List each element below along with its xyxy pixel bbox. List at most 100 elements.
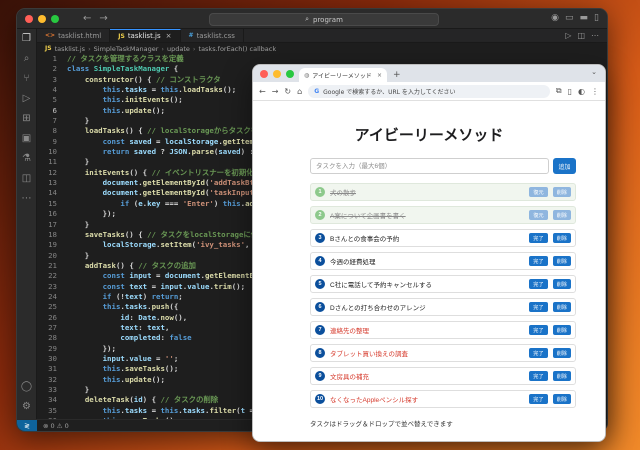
browser-tabstrip: ◍ アイビーリーメソッド × + ⌄ bbox=[253, 65, 605, 82]
run-debug-icon[interactable]: ▷ bbox=[21, 93, 33, 105]
panel-icon[interactable]: ▬ bbox=[580, 13, 589, 23]
vscode-titlebar: ← → ⌕ program ◉ ▭ ▬ ▯ bbox=[17, 9, 607, 29]
close-window-button[interactable] bbox=[25, 14, 33, 23]
testing-icon[interactable]: ⚗ bbox=[21, 153, 33, 165]
complete-button[interactable]: 完了 bbox=[529, 371, 548, 381]
delete-button[interactable]: 削除 bbox=[552, 256, 571, 266]
tab-tasklist-css[interactable]: # tasklist.css bbox=[181, 29, 244, 42]
task-item[interactable]: 1 犬の散歩 復元 削除 bbox=[310, 183, 576, 201]
breadcrumb-file[interactable]: tasklist.js bbox=[55, 45, 86, 53]
layout-icon[interactable]: ▭ bbox=[565, 13, 574, 23]
complete-button[interactable]: 完了 bbox=[529, 348, 548, 358]
breadcrumb-method[interactable]: update bbox=[167, 45, 190, 53]
split-editor-icon[interactable]: ◫ bbox=[577, 31, 585, 40]
forward-arrow-icon[interactable]: → bbox=[99, 13, 107, 24]
code-token: deleteTask bbox=[84, 395, 130, 405]
address-bar[interactable]: G Google で検索するか、URL を入力してください bbox=[308, 84, 550, 98]
command-search[interactable]: ⌕ program bbox=[209, 13, 439, 26]
tab-search-icon[interactable]: ⌄ bbox=[591, 68, 597, 76]
task-item[interactable]: 8 タブレット買い換えの調査 完了 削除 bbox=[310, 344, 576, 362]
search-view-icon[interactable]: ⌕ bbox=[21, 53, 33, 65]
settings-gear-icon[interactable]: ⚙ bbox=[21, 401, 33, 413]
maximize-window-button[interactable] bbox=[286, 70, 294, 78]
delete-button[interactable]: 削除 bbox=[552, 210, 571, 220]
docker-icon[interactable]: ◫ bbox=[21, 173, 33, 185]
code-text: }); bbox=[67, 209, 116, 219]
task-item[interactable]: 3 Bさんとの食事会の予約 完了 削除 bbox=[310, 229, 576, 247]
explorer-icon[interactable]: ❐ bbox=[21, 33, 33, 45]
delete-button[interactable]: 削除 bbox=[552, 187, 571, 197]
home-icon[interactable]: ⌂ bbox=[297, 87, 302, 96]
task-item[interactable]: 9 文房具の補充 完了 削除 bbox=[310, 367, 576, 385]
complete-button[interactable]: 完了 bbox=[529, 256, 548, 266]
code-token: (), bbox=[173, 312, 188, 322]
back-arrow-icon[interactable]: ← bbox=[83, 13, 91, 24]
task-text: タブレット買い換えの調査 bbox=[330, 351, 408, 358]
close-tab-icon[interactable]: × bbox=[166, 32, 172, 40]
close-tab-icon[interactable]: × bbox=[377, 72, 382, 79]
line-number: 15 bbox=[48, 198, 57, 208]
back-arrow-icon[interactable]: ← bbox=[259, 87, 266, 96]
breadcrumb-callback[interactable]: tasks.forEach() callback bbox=[199, 45, 277, 53]
restore-button[interactable]: 復元 bbox=[529, 187, 548, 197]
breadcrumb-class[interactable]: SimpleTaskManager bbox=[94, 45, 159, 53]
code-token: '' bbox=[164, 353, 174, 363]
task-item[interactable]: 2 A案について企画書を書く 復元 削除 bbox=[310, 206, 576, 224]
complete-button[interactable]: 完了 bbox=[529, 233, 548, 243]
delete-button[interactable]: 削除 bbox=[552, 279, 571, 289]
complete-button[interactable]: 完了 bbox=[529, 394, 548, 404]
task-item[interactable]: 7 連絡先の整理 完了 削除 bbox=[310, 321, 576, 339]
complete-button[interactable]: 完了 bbox=[529, 325, 548, 335]
restore-button[interactable]: 復元 bbox=[529, 210, 548, 220]
delete-button[interactable]: 削除 bbox=[552, 348, 571, 358]
timeline-icon[interactable]: ⋯ bbox=[21, 193, 33, 205]
task-text: なくなったAppleペンシル探す bbox=[330, 397, 419, 404]
extensions-icon[interactable]: ⧉ bbox=[556, 86, 562, 96]
delete-button[interactable]: 削除 bbox=[552, 325, 571, 335]
tab-tasklist-js[interactable]: JS tasklist.js × bbox=[110, 29, 181, 42]
minimize-window-button[interactable] bbox=[273, 70, 281, 78]
close-window-button[interactable] bbox=[260, 70, 268, 78]
code-text: const text = input.value.trim(); bbox=[67, 282, 245, 292]
maximize-window-button[interactable] bbox=[51, 14, 59, 23]
task-item[interactable]: 5 C社に電話して予約キャンセルする 完了 削除 bbox=[310, 275, 576, 293]
complete-button[interactable]: 完了 bbox=[529, 279, 548, 289]
code-token: (! bbox=[115, 291, 125, 301]
more-actions-icon[interactable]: ⋯ bbox=[591, 31, 599, 40]
source-control-icon[interactable]: ⑂ bbox=[21, 73, 33, 85]
code-token: const bbox=[102, 271, 130, 281]
code-token: this bbox=[102, 364, 121, 374]
minimize-window-button[interactable] bbox=[38, 14, 46, 23]
forward-arrow-icon[interactable]: → bbox=[272, 87, 279, 96]
drag-hint: タスクはドラッグ＆ドロップで並べ替えできます bbox=[310, 421, 453, 428]
problems-status[interactable]: ⊗ 0 ⚠ 0 bbox=[43, 422, 69, 430]
run-icon[interactable]: ▷ bbox=[565, 31, 571, 40]
task-item[interactable]: 6 Dさんとの打ち合わせのアレンジ 完了 削除 bbox=[310, 298, 576, 316]
task-item[interactable]: 4 今週の経費処理 完了 削除 bbox=[310, 252, 576, 270]
side-panel-icon[interactable]: ▯ bbox=[568, 87, 572, 96]
task-number-badge: 1 bbox=[315, 187, 325, 197]
remote-indicator-icon[interactable]: ≷ bbox=[17, 420, 37, 431]
delete-button[interactable]: 削除 bbox=[552, 233, 571, 243]
sidebar-icon[interactable]: ▯ bbox=[594, 13, 599, 23]
code-line[interactable]: 1 // タスクを管理するクラスを定義 bbox=[37, 54, 607, 64]
task-input[interactable] bbox=[310, 158, 549, 174]
new-tab-icon[interactable]: + bbox=[393, 70, 401, 80]
delete-button[interactable]: 削除 bbox=[552, 371, 571, 381]
add-task-button[interactable]: 追加 bbox=[553, 158, 576, 174]
remote-explorer-icon[interactable]: ▣ bbox=[21, 133, 33, 145]
extensions-icon[interactable]: ⊞ bbox=[21, 113, 33, 125]
delete-button[interactable]: 削除 bbox=[552, 302, 571, 312]
accounts-icon[interactable]: ◯ bbox=[21, 381, 33, 393]
tab-tasklist-html[interactable]: <> tasklist.html bbox=[37, 29, 111, 42]
account-icon[interactable]: ◉ bbox=[551, 13, 559, 23]
reload-icon[interactable]: ↻ bbox=[284, 87, 291, 96]
code-token: this bbox=[160, 405, 179, 415]
delete-button[interactable]: 削除 bbox=[552, 394, 571, 404]
profile-icon[interactable]: ◐ bbox=[578, 87, 585, 96]
task-item[interactable]: 10 なくなったAppleペンシル探す 完了 削除 bbox=[310, 390, 576, 408]
browser-tab[interactable]: ◍ アイビーリーメソッド × bbox=[299, 68, 387, 82]
complete-button[interactable]: 完了 bbox=[529, 302, 548, 312]
menu-kebab-icon[interactable]: ⋮ bbox=[591, 87, 599, 96]
